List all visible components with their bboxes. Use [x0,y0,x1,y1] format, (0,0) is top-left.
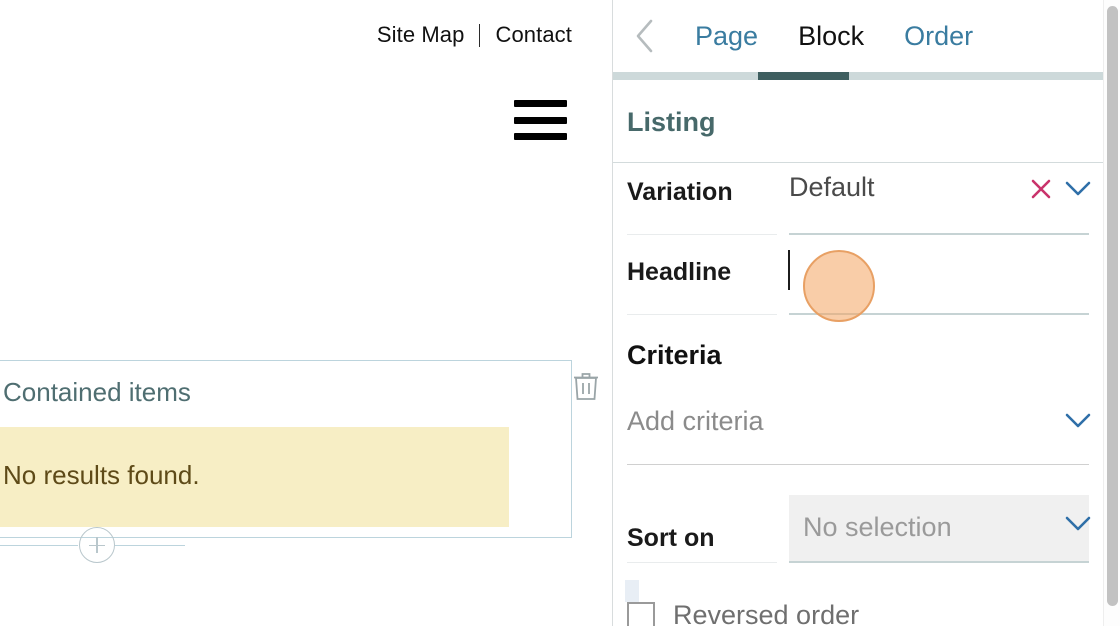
hamburger-bar [514,100,567,107]
no-results-text: No results found. [3,460,200,490]
criteria-section-header: Criteria [613,330,1120,380]
panel-tab-bar: Page Block Order [613,0,1120,72]
reversed-order-checkbox[interactable] [627,602,655,626]
tab-list: Page Block Order [675,0,993,72]
app-screen: Site Map Contact Contained items No resu… [0,0,1120,626]
variation-divider-right [789,233,1089,235]
add-row-line-right [115,545,185,546]
listing-section-header: Listing [613,80,1120,163]
plus-circle-icon[interactable] [79,527,115,563]
section-title: Listing [627,107,716,137]
sort-on-select[interactable]: No selection [789,495,1091,563]
contained-items-title: Contained items [3,377,191,407]
nav-link-contact[interactable]: Contact [495,22,572,48]
variation-row: Variation Default [613,156,1120,236]
variation-chevron-down-icon[interactable] [1063,178,1093,200]
sort-on-row: Sort on No selection [613,480,1120,580]
tab-block[interactable]: Block [778,21,884,52]
sort-on-label: Sort on [627,524,715,552]
tab-active-indicator [758,72,849,80]
sort-on-chevron-down-icon[interactable] [1063,513,1093,535]
variation-label: Variation [627,178,733,206]
criteria-heading: Criteria [627,340,722,370]
close-x-icon[interactable] [1028,176,1054,202]
hamburger-menu-icon[interactable] [514,100,567,140]
add-criteria-placeholder[interactable]: Add criteria [627,406,764,437]
add-block-row [0,527,572,564]
reversed-order-row: Reversed order [613,588,1120,626]
no-results-notice: No results found. [0,427,509,527]
text-caret [788,250,790,290]
sort-on-divider-left [627,562,777,563]
nav-link-site-map[interactable]: Site Map [377,22,465,48]
tab-underline [613,72,1120,80]
hamburger-bar [514,116,567,124]
headline-label: Headline [627,258,732,286]
tab-order[interactable]: Order [884,21,993,52]
tab-page[interactable]: Page [675,21,778,52]
panel-scrollbar[interactable] [1103,0,1120,626]
nav-separator [479,23,481,47]
variation-divider-left [627,234,777,235]
block-editor-panel: Page Block Order Listing Variation Defau… [612,0,1120,626]
sort-on-value: No selection [803,512,952,542]
contained-items-block[interactable]: Contained items No results found. [0,360,572,538]
add-row-line-left [0,545,78,546]
reversed-order-label: Reversed order [673,600,860,626]
click-indicator [803,250,875,322]
chevron-left-icon[interactable] [626,14,664,58]
headline-divider-left [627,314,777,315]
criteria-divider [627,464,1089,465]
scrollbar-thumb[interactable] [1107,6,1118,606]
add-criteria-chevron-down-icon[interactable] [1063,410,1093,432]
hamburger-bar [514,133,567,140]
trash-icon[interactable] [573,371,599,401]
variation-value[interactable]: Default [789,172,875,203]
add-criteria-row[interactable]: Add criteria [613,396,1120,466]
utility-nav: Site Map Contact [377,22,572,48]
page-preview: Site Map Contact Contained items No resu… [0,0,612,626]
